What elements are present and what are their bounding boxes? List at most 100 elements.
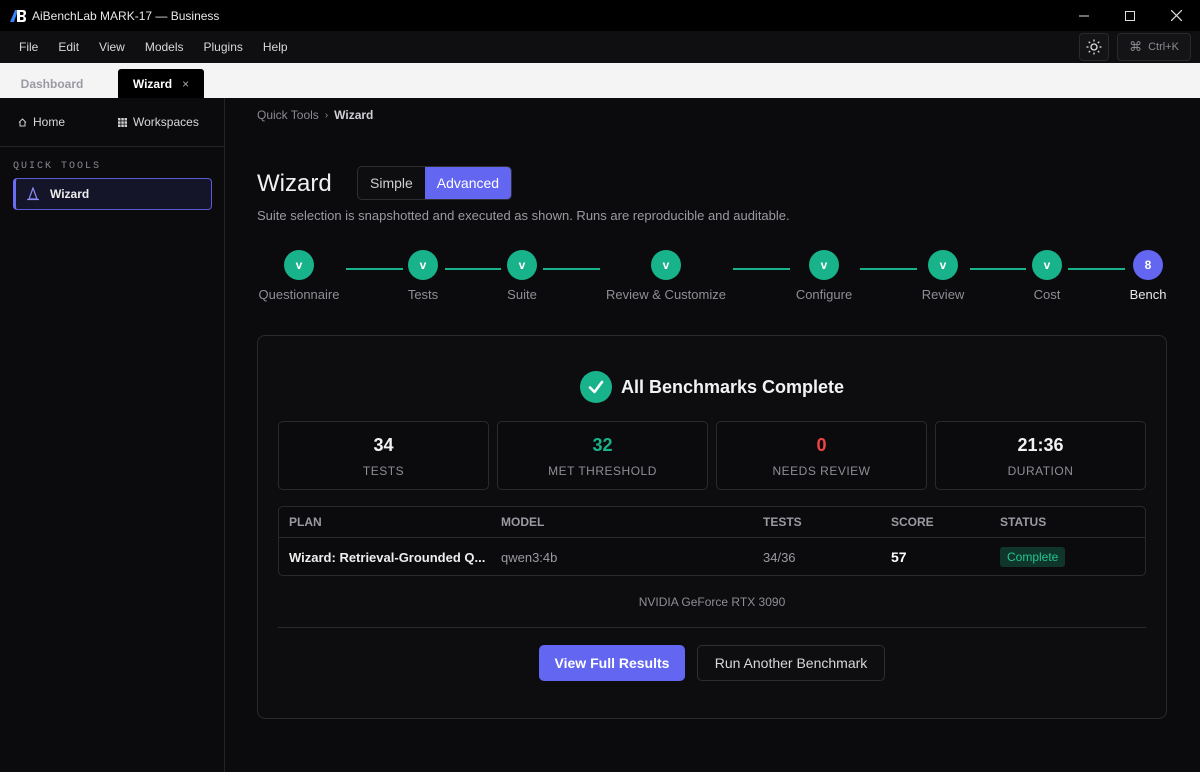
status-badge: Complete [1000, 547, 1066, 567]
step-marker-cost[interactable]: v [1032, 250, 1062, 280]
home-icon [18, 117, 27, 126]
step-label-review-customize: Review & Customize [606, 287, 726, 302]
stat-label: NEEDS REVIEW [772, 464, 871, 478]
sidebar: Home Workspaces QUICK TOOLS Wizard [0, 98, 225, 772]
tab-label: Wizard [132, 76, 173, 91]
stat-label: TESTS [362, 464, 405, 478]
command-palette-button[interactable]: ⌘ Ctrl+K [1117, 33, 1191, 61]
table-header: PLAN MODEL TESTS SCORE STATUS [279, 507, 1145, 538]
step-connector [860, 268, 917, 270]
sidebar-item-label: Wizard [50, 187, 90, 201]
divider [278, 627, 1146, 628]
app-logo-icon [10, 9, 26, 22]
step-marker-tests[interactable]: v [408, 250, 438, 280]
stat-met-threshold: 32 MET THRESHOLD [497, 421, 708, 490]
status-cell: Complete [1000, 538, 1066, 576]
sun-icon [1086, 39, 1102, 55]
step-label-tests: Tests [407, 287, 439, 302]
stat-duration: 21:36 DURATION [935, 421, 1146, 490]
step-connector [733, 268, 790, 270]
main-content: Quick Tools › Wizard Wizard Simple Advan… [226, 98, 1200, 772]
model-cell: qwen3:4b [501, 549, 558, 565]
step-marker-bench[interactable]: 8 [1133, 250, 1163, 280]
stat-value: 34 [373, 435, 394, 455]
command-shortcut-label: Ctrl+K [1148, 41, 1179, 53]
completion-title: All Benchmarks Complete [620, 376, 845, 397]
title-bar: AiBenchLab MARK-17 — Business [0, 0, 1200, 31]
step-marker-suite[interactable]: v [507, 250, 537, 280]
menu-view[interactable]: View [89, 31, 135, 63]
menu-help[interactable]: Help [253, 31, 298, 63]
gpu-label: NVIDIA GeForce RTX 3090 [638, 595, 786, 609]
stat-label: DURATION [1007, 464, 1074, 478]
step-connector [346, 268, 403, 270]
maximize-icon [1125, 10, 1135, 21]
minimize-icon [1079, 15, 1089, 16]
step-marker-questionnaire[interactable]: v [284, 250, 314, 280]
minimize-button[interactable] [1061, 0, 1107, 31]
maximize-button[interactable] [1107, 0, 1153, 31]
step-label-review: Review [921, 287, 965, 302]
stat-needs-review: 0 NEEDS REVIEW [716, 421, 927, 490]
tests-cell: 34/36 [763, 549, 796, 565]
step-marker-review[interactable]: v [928, 250, 958, 280]
breadcrumb: Quick Tools › Wizard [257, 108, 373, 122]
stat-value: 0 [816, 435, 827, 455]
menu-edit[interactable]: Edit [48, 31, 89, 63]
page-subtitle: Suite selection is snapshotted and execu… [257, 208, 790, 223]
menu-file[interactable]: File [9, 31, 48, 63]
breadcrumb-current: Wizard [334, 108, 374, 122]
step-label-bench: Bench [1129, 287, 1167, 302]
step-label-questionnaire: Questionnaire [258, 287, 340, 302]
command-key-icon: ⌘ [1129, 39, 1143, 54]
completion-header: All Benchmarks Complete [258, 371, 1166, 403]
results-table: PLAN MODEL TESTS SCORE STATUS Wizard: Re… [278, 506, 1146, 576]
grid-icon [118, 117, 128, 127]
workspaces-link[interactable]: Workspaces [118, 115, 199, 129]
run-another-benchmark-button[interactable]: Run Another Benchmark [697, 645, 885, 681]
page-title: Wizard [257, 170, 332, 197]
step-marker-configure[interactable]: v [809, 250, 839, 280]
step-connector [543, 268, 600, 270]
sidebar-item-wizard[interactable]: Wizard [13, 178, 212, 210]
plan-cell: Wizard: Retrieval-Grounded Q... [289, 549, 486, 565]
mode-simple-button[interactable]: Simple [358, 167, 425, 199]
score-cell: 57 [891, 549, 907, 565]
home-link[interactable]: Home [18, 115, 65, 129]
stat-tests: 34 TESTS [278, 421, 489, 490]
menu-plugins[interactable]: Plugins [194, 31, 253, 63]
stat-value: 32 [592, 435, 613, 455]
column-header-score: SCORE [891, 515, 934, 529]
theme-toggle-button[interactable] [1079, 33, 1109, 61]
stat-label: MET THRESHOLD [548, 464, 657, 478]
step-label-cost: Cost [1033, 287, 1061, 302]
menu-models[interactable]: Models [135, 31, 194, 63]
tab-label: Dashboard [20, 76, 84, 91]
workspaces-label: Workspaces [133, 115, 199, 129]
breadcrumb-separator: › [324, 109, 329, 121]
home-label: Home [33, 115, 66, 129]
tab-dashboard[interactable]: Dashboard [0, 69, 104, 98]
wizard-stepper: v Questionnaire v Tests v Suite v Review… [226, 248, 1200, 308]
breadcrumb-parent[interactable]: Quick Tools [257, 108, 319, 122]
step-marker-review-customize[interactable]: v [651, 250, 681, 280]
close-window-button[interactable] [1153, 0, 1199, 31]
column-header-plan: PLAN [289, 515, 322, 529]
column-header-model: MODEL [501, 515, 545, 529]
step-connector [970, 268, 1026, 270]
tab-bar: Dashboard Wizard × [0, 63, 1200, 98]
check-circle-icon [579, 371, 612, 403]
tab-wizard[interactable]: Wizard × [118, 69, 204, 98]
close-tab-icon[interactable]: × [182, 77, 189, 91]
sidebar-section-heading: QUICK TOOLS [13, 161, 102, 172]
mode-toggle: Simple Advanced [357, 166, 513, 200]
table-row[interactable]: Wizard: Retrieval-Grounded Q... qwen3:4b… [279, 538, 1145, 576]
step-connector [445, 268, 501, 270]
step-label-configure: Configure [795, 287, 853, 302]
wizard-hat-icon [27, 187, 39, 201]
stat-value: 21:36 [1017, 435, 1064, 455]
mode-advanced-button[interactable]: Advanced [424, 167, 512, 199]
close-icon [1170, 10, 1182, 21]
view-full-results-button[interactable]: View Full Results [539, 645, 685, 681]
menu-bar: File Edit View Models Plugins Help [0, 31, 1200, 63]
